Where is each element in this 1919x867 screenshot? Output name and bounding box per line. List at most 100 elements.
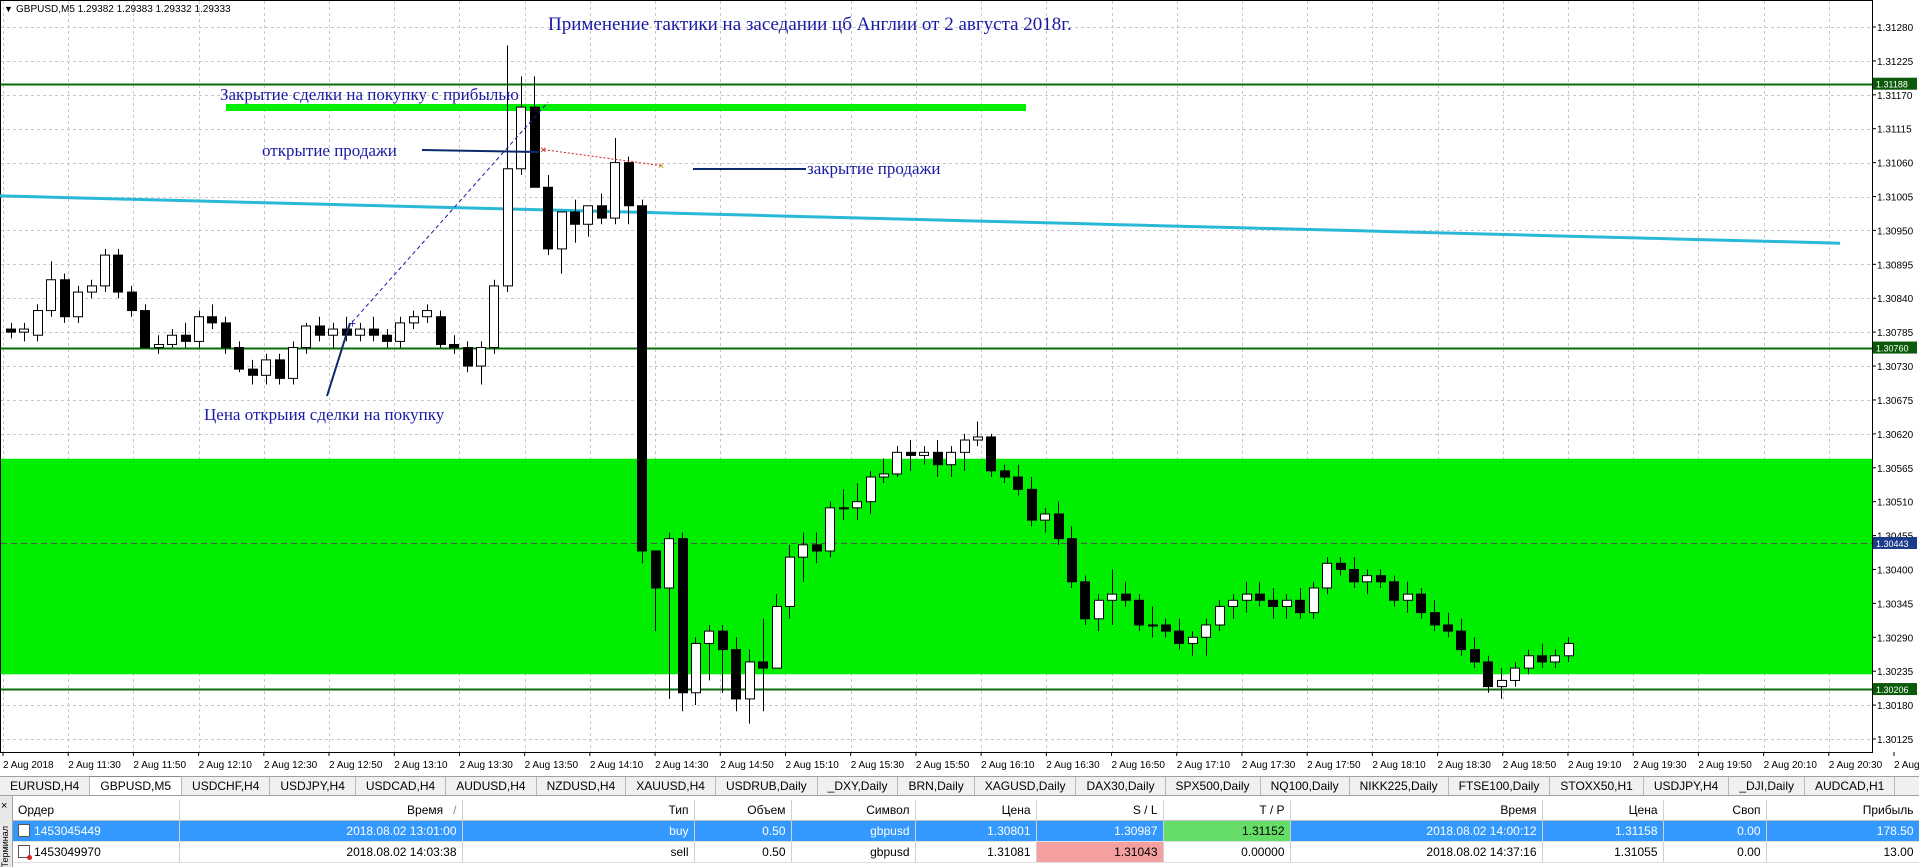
candle-bull [960, 439, 970, 453]
col-header-time[interactable]: Время / [179, 800, 463, 821]
chart-tab[interactable]: FTSE100,Daily [1449, 777, 1551, 795]
candle-bear [986, 436, 996, 472]
take-profit-zone-bar [226, 104, 1026, 111]
candle-bear [1013, 476, 1023, 490]
chart-tab[interactable]: USDCAD,H4 [356, 777, 447, 795]
chart-tab[interactable]: AUDCAD,H1 [1805, 777, 1896, 795]
candle-bear [1027, 488, 1037, 521]
chart-tab[interactable]: XAGUSD,Daily [975, 777, 1077, 795]
col-header-order[interactable]: Ордер [13, 800, 180, 821]
table-row[interactable]: 1453045449 2018.08.02 13:01:00 buy 0.50 … [13, 820, 1919, 842]
col-header-volume[interactable]: Объем [694, 800, 792, 821]
candle-bear [718, 630, 728, 651]
candle-bear [624, 162, 634, 207]
candle-bull [1524, 655, 1534, 669]
col-header-close-time[interactable]: Время [1290, 800, 1543, 821]
time-tick-label: 2 Aug 18:50 [1503, 760, 1557, 771]
chart-area[interactable]: + × × Применение тактики на заседании цб Ан… [0, 0, 1919, 776]
col-header-tp[interactable]: T / P [1163, 800, 1291, 821]
candle-bear [1456, 630, 1466, 651]
candle-bear [1067, 538, 1077, 583]
candle-bear [933, 451, 943, 466]
time-tick-label: 2 Aug 19:30 [1633, 760, 1687, 771]
candle-bull [839, 507, 849, 510]
candle-bear [1161, 624, 1171, 632]
chart-tab[interactable]: USDJPY,H4 [1644, 777, 1730, 795]
candle-bull [1040, 513, 1050, 521]
chart-tab[interactable]: STOXX50,H1 [1550, 777, 1644, 795]
candle-bear [1483, 661, 1493, 688]
chart-tab[interactable]: _DJI,Daily [1729, 777, 1805, 795]
sell-order-icon [18, 845, 32, 860]
chart-tab[interactable]: NZDUSD,H4 [537, 777, 627, 795]
time-tick-label: 2 Aug 15:50 [916, 760, 970, 771]
time-tick-label: 2 Aug 15:30 [851, 760, 905, 771]
price-tick-label: 1.30400 [1877, 565, 1914, 576]
chart-tab[interactable]: SPX500,Daily [1166, 777, 1261, 795]
chart-tab[interactable]: BRN,Daily [898, 777, 975, 795]
chart-tab[interactable]: _DXY,Daily [818, 777, 899, 795]
candle-bull [879, 473, 889, 478]
col-header-type[interactable]: Тип [462, 800, 695, 821]
price-tick-label: 1.30730 [1877, 362, 1914, 373]
order-cell: 1453045449 [13, 820, 180, 842]
price-chart[interactable]: +××Применение тактики на заседании цб Ан… [0, 0, 1919, 776]
chart-tab[interactable]: USDCHF,H4 [182, 777, 271, 795]
col-header-swap[interactable]: Своп [1663, 800, 1767, 821]
price-tick-label: 1.30785 [1877, 328, 1914, 339]
chart-tab[interactable]: USDJPY,H4 [270, 777, 356, 795]
chart-tab[interactable]: USDRUB,Daily [716, 777, 818, 795]
col-header-price[interactable]: Цена [915, 800, 1037, 821]
time-tick-label: 2 Aug 20:30 [1829, 760, 1883, 771]
candle-bear [369, 328, 379, 336]
annotation-close-buy: Закрытие сделки на покупку с прибылью [220, 85, 519, 104]
close-price-cell: 1.31055 [1542, 841, 1664, 863]
table-row[interactable]: 1453049970 2018.08.02 14:03:38 sell 0.50… [13, 841, 1919, 863]
chart-tab[interactable]: NQ100,Daily [1261, 777, 1350, 795]
candle-bear [207, 316, 217, 324]
candle-bull [1107, 593, 1117, 601]
col-header-close-price[interactable]: Цена [1542, 800, 1664, 821]
candle-bull [194, 316, 204, 342]
candle-bear [463, 347, 473, 367]
candle-bull [1215, 605, 1225, 626]
annotation-open-sell: открытие продажи [262, 141, 397, 160]
candle-bear [570, 211, 580, 225]
candle-bull [1228, 599, 1238, 607]
price-tag-label: 1.30443 [1876, 539, 1909, 549]
orders-table: Ордер Время / Тип Объем Символ Цена S / … [13, 800, 1919, 863]
buy-order-icon [18, 824, 30, 837]
profit-cell: 178.50 [1766, 820, 1919, 842]
orders-header-row: Ордер Время / Тип Объем Символ Цена S / … [13, 800, 1919, 821]
candle-bear [731, 649, 741, 700]
chart-tab[interactable]: AUDUSD,H4 [446, 777, 537, 795]
chart-tab[interactable]: DAX30,Daily [1076, 777, 1166, 795]
col-header-profit[interactable]: Прибыль [1766, 800, 1919, 821]
close-icon[interactable]: × [1, 800, 7, 812]
candle-bull [973, 436, 983, 441]
chart-tab[interactable]: GBPUSD,M5 [90, 776, 183, 795]
candle-bull [288, 347, 298, 379]
col-header-sl[interactable]: S / L [1036, 800, 1164, 821]
chart-tab[interactable]: EURUSD,H4 [0, 777, 91, 795]
close-time-cell: 2018.08.02 14:37:16 [1290, 841, 1543, 863]
candle-bull [1322, 562, 1332, 589]
profit-cell: 13.00 [1766, 841, 1919, 863]
chart-menu-arrow-icon[interactable]: ▼ [4, 4, 13, 14]
candle-bear [543, 186, 553, 250]
candle-bull [33, 310, 43, 336]
price-tag-label: 1.30760 [1876, 344, 1909, 354]
candle-bear [1416, 593, 1426, 614]
col-header-symbol[interactable]: Символ [791, 800, 916, 821]
candle-bull [1148, 624, 1158, 627]
candle-bull [46, 279, 56, 312]
chart-title: Применение тактики на заседании цб Англи… [548, 14, 1072, 35]
chart-tab[interactable]: NIKK225,Daily [1350, 777, 1449, 795]
candle-bull [503, 168, 513, 287]
candle-bull [1510, 667, 1520, 681]
tp-cell: 1.31152 [1163, 820, 1291, 842]
chart-tab[interactable]: XAUUSD,H4 [626, 777, 716, 795]
candle-bull [154, 343, 164, 349]
candle-bear [758, 661, 768, 669]
candle-bull [825, 507, 835, 552]
